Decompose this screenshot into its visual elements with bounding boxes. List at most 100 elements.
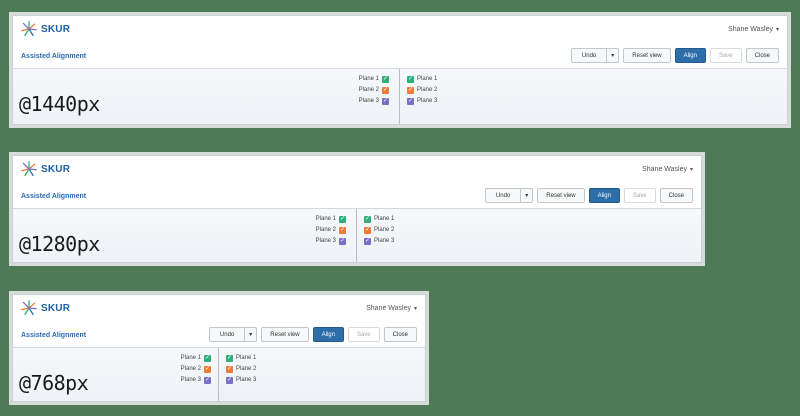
viewport-1280: SKUR Shane Wasley ▾ Assisted Alignment U… [12,155,702,263]
plane-toggle[interactable]: ✓ Plane 3 [407,97,437,105]
plane-label: Plane 2 [180,366,201,372]
plane-toggle[interactable]: Plane 3 ✓ [359,97,389,105]
right-plane-legend: ✓ Plane 1 ✓ Plane 2 ✓ Plane 3 [226,354,256,384]
save-button[interactable]: Save [347,327,380,342]
user-menu[interactable]: Shane Wasley ▾ [366,305,417,312]
plane-label: Plane 1 [315,216,336,222]
skur-logo-icon [21,21,37,37]
align-button[interactable]: Align [674,48,706,63]
split-divider[interactable] [218,348,219,401]
plane-toggle[interactable]: ✓ Plane 1 [226,354,256,362]
undo-button[interactable]: Undo [208,327,246,342]
close-button[interactable]: Close [383,327,417,342]
alignment-canvas[interactable]: @768px Plane 1 ✓ Plane 2 ✓ Plane 3 ✓ ✓ Plane… [13,347,425,401]
checkbox-checked-icon[interactable]: ✓ [204,354,211,362]
checkbox-checked-icon[interactable]: ✓ [339,215,346,223]
top-bar: SKUR Shane Wasley ▾ Assisted Alignment U… [13,295,425,347]
brand-logo[interactable]: SKUR [21,300,70,316]
checkbox-checked-icon[interactable]: ✓ [364,237,371,245]
checkbox-checked-icon[interactable]: ✓ [382,75,389,83]
user-menu[interactable]: Shane Wasley ▾ [728,26,779,33]
checkbox-checked-icon[interactable]: ✓ [364,215,371,223]
checkbox-checked-icon[interactable]: ✓ [226,365,233,373]
plane-label: Plane 3 [315,238,336,244]
reset-view-button[interactable]: Reset view [537,188,585,203]
checkbox-checked-icon[interactable]: ✓ [407,75,414,83]
plane-label: Plane 3 [374,238,395,244]
alignment-canvas[interactable]: @1280px Plane 1 ✓ Plane 2 ✓ Plane 3 ✓ ✓ Plan… [13,208,701,262]
reset-view-button[interactable]: Reset view [623,48,671,63]
split-divider[interactable] [356,209,357,262]
plane-toggle[interactable]: Plane 3 ✓ [316,237,346,245]
checkbox-checked-icon[interactable]: ✓ [364,226,371,234]
plane-label: Plane 2 [236,366,257,372]
checkbox-checked-icon[interactable]: ✓ [204,376,211,384]
plane-label: Plane 3 [417,98,438,104]
plane-toggle[interactable]: ✓ Plane 1 [407,75,437,83]
chevron-down-icon: ▾ [413,306,417,312]
plane-toggle[interactable]: Plane 2 ✓ [316,226,346,234]
plane-label: Plane 1 [417,76,438,82]
plane-label: Plane 1 [374,216,395,222]
brand-name: SKUR [41,302,71,314]
plane-toggle[interactable]: Plane 1 ✓ [316,215,346,223]
user-menu[interactable]: Shane Wasley ▾ [642,166,693,173]
brand-logo[interactable]: SKUR [21,161,70,177]
align-button[interactable]: Align [588,188,620,203]
plane-label: Plane 1 [236,355,257,361]
plane-label: Plane 2 [374,227,395,233]
alignment-canvas[interactable]: @1440px Plane 1 ✓ Plane 2 ✓ Plane 3 ✓ ✓ Plan… [13,68,787,124]
checkbox-checked-icon[interactable]: ✓ [226,376,233,384]
checkbox-checked-icon[interactable]: ✓ [382,97,389,105]
toolbar: Undo ▾ Reset view Align Save Close [570,48,779,63]
checkbox-checked-icon[interactable]: ✓ [339,237,346,245]
plane-toggle[interactable]: Plane 2 ✓ [181,365,211,373]
plane-toggle[interactable]: ✓ Plane 2 [226,365,256,373]
plane-toggle[interactable]: Plane 2 ✓ [359,86,389,94]
user-name: Shane Wasley [642,166,687,173]
undo-dropdown-button[interactable]: ▾ [245,327,258,342]
checkbox-checked-icon[interactable]: ✓ [226,354,233,362]
top-bar: SKUR Shane Wasley ▾ Assisted Alignment U… [13,156,701,208]
reset-view-button[interactable]: Reset view [261,327,309,342]
plane-label: Plane 3 [236,377,257,383]
close-button[interactable]: Close [659,188,693,203]
save-button[interactable]: Save [709,48,742,63]
plane-toggle[interactable]: ✓ Plane 3 [364,237,394,245]
checkbox-checked-icon[interactable]: ✓ [204,365,211,373]
checkbox-checked-icon[interactable]: ✓ [382,86,389,94]
chevron-down-icon: ▾ [249,332,253,338]
undo-group: Undo ▾ [570,48,620,63]
plane-toggle[interactable]: Plane 3 ✓ [181,376,211,384]
viewport-768: SKUR Shane Wasley ▾ Assisted Alignment U… [12,294,426,402]
plane-toggle[interactable]: Plane 1 ✓ [359,75,389,83]
undo-button[interactable]: Undo [484,188,522,203]
plane-toggle[interactable]: Plane 1 ✓ [181,354,211,362]
plane-toggle[interactable]: ✓ Plane 2 [364,226,394,234]
plane-toggle[interactable]: ✓ Plane 1 [364,215,394,223]
plane-label: Plane 1 [180,355,201,361]
close-button[interactable]: Close [745,48,779,63]
align-button[interactable]: Align [312,327,344,342]
plane-toggle[interactable]: ✓ Plane 2 [407,86,437,94]
undo-dropdown-button[interactable]: ▾ [521,188,534,203]
split-divider[interactable] [399,69,400,124]
checkbox-checked-icon[interactable]: ✓ [407,97,414,105]
chevron-down-icon: ▾ [775,27,779,33]
checkbox-checked-icon[interactable]: ✓ [339,226,346,234]
right-plane-legend: ✓ Plane 1 ✓ Plane 2 ✓ Plane 3 [364,215,394,245]
plane-label: Plane 1 [358,76,379,82]
brand-logo[interactable]: SKUR [21,21,70,37]
plane-label: Plane 2 [315,227,336,233]
undo-button[interactable]: Undo [570,48,608,63]
chevron-down-icon: ▾ [689,167,693,173]
plane-label: Plane 2 [358,87,379,93]
plane-toggle[interactable]: ✓ Plane 3 [226,376,256,384]
viewport-size-label: @1280px [19,232,100,256]
page-title: Assisted Alignment [21,53,87,60]
save-button[interactable]: Save [623,188,656,203]
right-plane-legend: ✓ Plane 1 ✓ Plane 2 ✓ Plane 3 [407,75,437,105]
chevron-down-icon: ▾ [611,53,615,59]
checkbox-checked-icon[interactable]: ✓ [407,86,414,94]
undo-dropdown-button[interactable]: ▾ [607,48,620,63]
